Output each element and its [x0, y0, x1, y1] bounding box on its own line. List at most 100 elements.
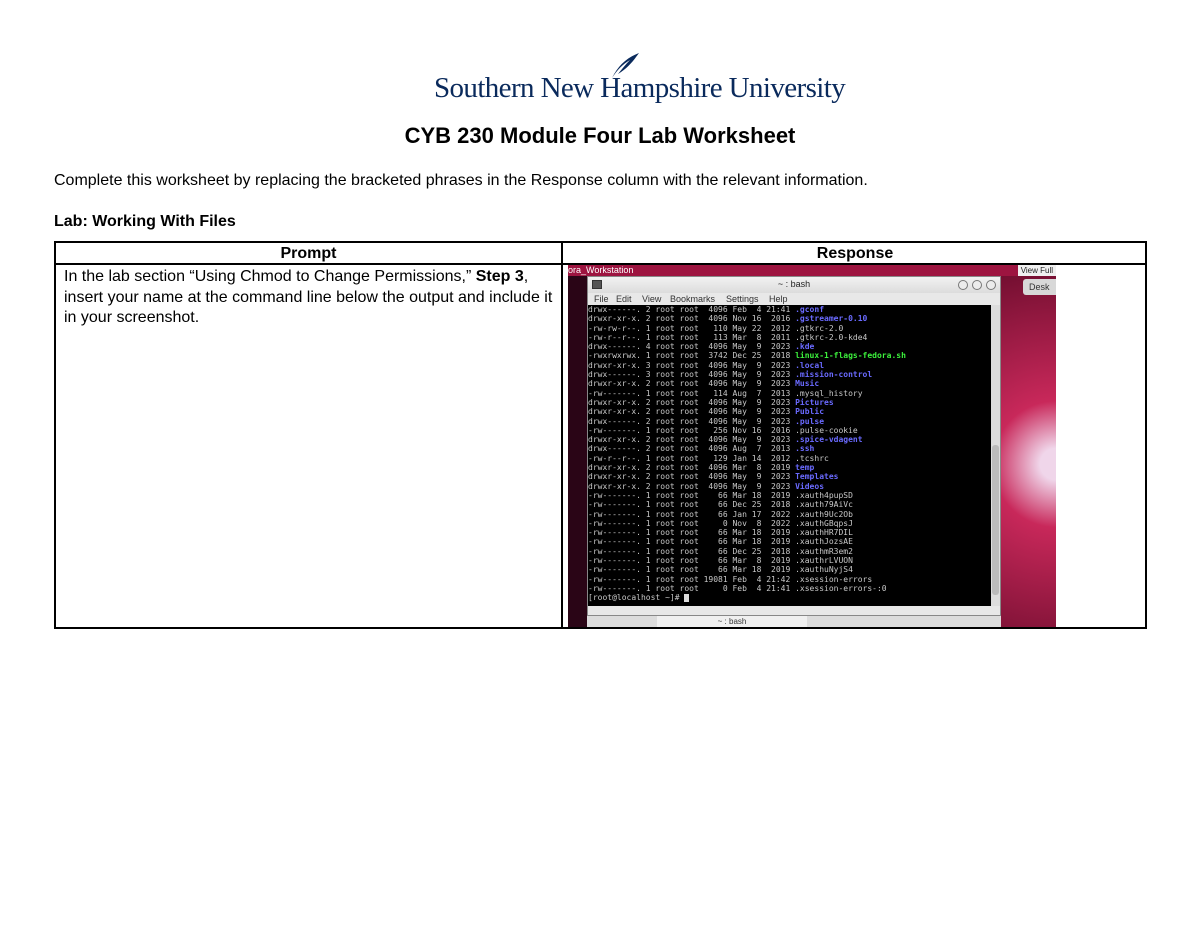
listing-filename: .xauthmR3em2	[795, 546, 853, 556]
menu-edit[interactable]: Edit	[616, 294, 632, 304]
terminal-listing-row: drwxr-xr-x. 3 root root 4096 May 9 2023 …	[588, 361, 991, 370]
terminal-listing-row: -rw-------. 1 root root 19081 Feb 4 21:4…	[588, 575, 991, 584]
menu-settings[interactable]: Settings	[726, 294, 759, 304]
prompt-step: Step 3	[475, 268, 524, 285]
terminal-window: ~ : bash File Edit View Bookmarks Settin…	[587, 276, 1001, 616]
logo-wordmark: Southern New Hampshire University	[434, 72, 846, 104]
listing-filename: Videos	[795, 481, 825, 491]
shell-prompt[interactable]: [root@localhost ~]#	[588, 593, 991, 602]
listing-filename: .xauthrLVUON	[795, 556, 853, 566]
listing-filename: Templates	[795, 472, 839, 482]
listing-filename: .spice-vdagent	[795, 435, 863, 445]
prompt-column-header: Prompt	[280, 245, 337, 262]
terminal-listing-row: -rw-------. 1 root root 66 Mar 18 2019 .…	[588, 537, 991, 546]
listing-filename: .xauthGBqpsJ	[795, 518, 853, 528]
terminal-listing-row: drwx------. 3 root root 4096 May 9 2023 …	[588, 370, 991, 379]
table-header: Prompt Response	[56, 243, 1145, 265]
terminal-listing-row: drwxr-xr-x. 2 root root 4096 May 9 2023 …	[588, 435, 991, 444]
terminal-listing-row: -rw-------. 1 root root 66 Mar 18 2019 .…	[588, 491, 991, 500]
listing-filename: Public	[795, 407, 825, 417]
close-icon[interactable]	[986, 280, 996, 290]
minimize-icon[interactable]	[972, 280, 982, 290]
terminal-listing-row: -rw-------. 1 root root 66 Mar 18 2019 .…	[588, 528, 991, 537]
listing-filename: .gtkrc-2.0-kde4	[795, 332, 868, 342]
listing-filename: .xauth4pupSD	[795, 490, 853, 500]
listing-meta: -rw-------. 1 root root 256 Nov 16 2016	[588, 425, 796, 435]
menu-help[interactable]: Help	[769, 294, 788, 304]
listing-meta: -rw-r--r--. 1 root root 113 Mar 8 2011	[588, 332, 796, 342]
terminal-listing-row: -rw-------. 1 root root 66 Mar 8 2019 .x…	[588, 556, 991, 565]
snhu-logo: Southern New Hampshire University	[434, 52, 846, 108]
listing-filename: .local	[795, 360, 825, 370]
terminal-scrollbar[interactable]	[991, 305, 1000, 606]
workstation-label: ora_Workstation	[568, 265, 634, 275]
taskbar: ~ : bash	[587, 616, 1001, 627]
listing-filename: .gconf	[795, 305, 825, 314]
listing-filename: Pictures	[795, 397, 834, 407]
listing-filename: .xauthuNyjS4	[795, 565, 853, 575]
scrollbar-thumb[interactable]	[992, 445, 999, 595]
terminal-listing-row: drwx------. 2 root root 4096 Aug 7 2013 …	[588, 444, 991, 453]
listing-meta: drwx------. 4 root root 4096 May 9 2023	[588, 342, 796, 352]
column-divider	[561, 243, 563, 627]
menu-bookmarks[interactable]: Bookmarks	[670, 294, 715, 304]
vm-title-bar: ora_Workstation View Full	[568, 265, 1056, 276]
terminal-listing-row: -rw-rw-r--. 1 root root 110 May 22 2012 …	[588, 324, 991, 333]
terminal-listing-row: -rw-------. 1 root root 66 Dec 25 2018 .…	[588, 547, 991, 556]
listing-meta: drwx------. 3 root root 4096 May 9 2023	[588, 370, 796, 380]
response-column-header: Response	[816, 245, 894, 262]
listing-meta: drwxr-xr-x. 2 root root 4096 Nov 16 2016	[588, 314, 796, 324]
terminal-listing-row: -rw-------. 1 root root 66 Dec 25 2018 .…	[588, 500, 991, 509]
cursor-block	[684, 593, 690, 602]
worksheet-table: Prompt Response In the lab section “Usin…	[54, 241, 1147, 629]
listing-meta: drwxr-xr-x. 2 root root 4096 May 9 2023	[588, 435, 796, 445]
listing-meta: -rw-------. 1 root root 66 Mar 18 2019	[588, 528, 796, 538]
listing-meta: -rw-------. 1 root root 66 Jan 17 2022	[588, 509, 796, 519]
terminal-listing-row: -rw-r--r--. 1 root root 113 Mar 8 2011 .…	[588, 333, 991, 342]
listing-meta: -rw-r--r--. 1 root root 129 Jan 14 2012	[588, 453, 796, 463]
help-icon[interactable]	[958, 280, 968, 290]
terminal-menubar: File Edit View Bookmarks Settings Help	[588, 293, 1000, 305]
listing-filename: .gstreamer-0.10	[795, 314, 868, 324]
menu-file[interactable]: File	[594, 294, 609, 304]
listing-meta: -rw-------. 1 root root 66 Dec 25 2018	[588, 500, 796, 510]
terminal-listing-row: -rw-------. 1 root root 114 Aug 7 2013 .…	[588, 389, 991, 398]
section-title: Lab: Working With Files	[54, 213, 236, 230]
terminal-listing-row: drwx------. 2 root root 4096 May 9 2023 …	[588, 417, 991, 426]
terminal-listing-row: -rw-------. 1 root root 66 Jan 17 2022 .…	[588, 510, 991, 519]
listing-filename: .xsession-errors-:0	[795, 583, 887, 593]
terminal-listing-row: -rw-------. 1 root root 66 Mar 18 2019 .…	[588, 565, 991, 574]
terminal-listing-row: -rwxrwxrwx. 1 root root 3742 Dec 25 2018…	[588, 351, 991, 360]
terminal-listing-row: drwxr-xr-x. 2 root root 4096 Mar 8 2019 …	[588, 463, 991, 472]
listing-meta: -rw-------. 1 root root 66 Mar 8 2019	[588, 556, 796, 566]
listing-meta: drwx------. 2 root root 4096 Aug 7 2013	[588, 444, 796, 454]
listing-filename: .xauthJozsAE	[795, 537, 853, 547]
terminal-output[interactable]: drwx------. 2 root root 4096 Feb 4 21:41…	[588, 305, 991, 606]
terminal-listing-row: drwx------. 2 root root 4096 Feb 4 21:41…	[588, 305, 991, 314]
listing-meta: -rw-------. 1 root root 66 Mar 18 2019	[588, 537, 796, 547]
terminal-titlebar: ~ : bash	[588, 277, 1000, 293]
terminal-listing-row: -rw-------. 1 root root 0 Nov 8 2022 .xa…	[588, 519, 991, 528]
listing-filename: .kde	[795, 342, 815, 352]
listing-filename: .mission-control	[795, 370, 873, 380]
view-full-button[interactable]: View Full	[1017, 265, 1056, 276]
taskbar-item-bash[interactable]: ~ : bash	[657, 616, 807, 627]
listing-meta: drwxr-xr-x. 2 root root 4096 May 9 2023	[588, 397, 796, 407]
listing-meta: drwx------. 2 root root 4096 Feb 4 21:41	[588, 305, 796, 314]
desktop-button[interactable]: Desk	[1023, 279, 1056, 295]
listing-filename: .xauth9Uc2Ob	[795, 509, 853, 519]
page-title: CYB 230 Module Four Lab Worksheet	[404, 123, 796, 148]
terminal-listing-row: -rw-------. 1 root root 256 Nov 16 2016 …	[588, 426, 991, 435]
listing-meta: -rw-------. 1 root root 66 Mar 18 2019	[588, 490, 796, 500]
listing-filename: .xauth79AiVc	[795, 500, 853, 510]
listing-meta: -rw-------. 1 root root 0 Feb 4 21:41	[588, 583, 796, 593]
terminal-title: ~ : bash	[777, 279, 811, 289]
terminal-listing-row: -rw-------. 1 root root 0 Feb 4 21:41 .x…	[588, 584, 991, 593]
listing-meta: drwxr-xr-x. 2 root root 4096 May 9 2023	[588, 472, 796, 482]
listing-filename: temp	[795, 463, 815, 473]
listing-meta: drwxr-xr-x. 3 root root 4096 May 9 2023	[588, 360, 796, 370]
menu-view[interactable]: View	[642, 294, 661, 304]
listing-filename: .xsession-errors	[795, 574, 873, 584]
terminal-listing-row: drwxr-xr-x. 2 root root 4096 May 9 2023 …	[588, 379, 991, 388]
listing-filename: .mysql_history	[795, 388, 863, 398]
